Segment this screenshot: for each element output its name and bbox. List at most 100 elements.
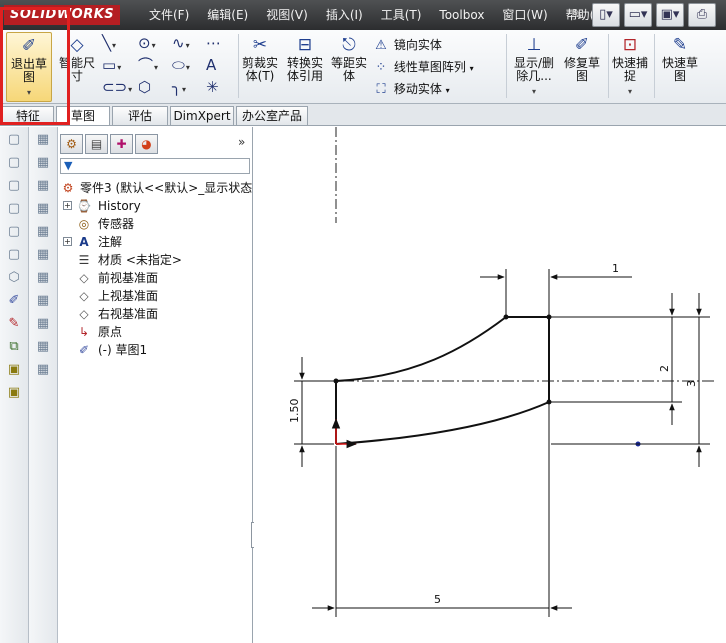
spline-tool[interactable]: ∿▾ (172, 32, 206, 54)
tab-office-products[interactable]: 办公室产品 (236, 106, 308, 125)
menu-window[interactable]: 窗口(W) (493, 0, 556, 30)
chevron-down-icon: ▾ (445, 86, 450, 95)
grid-tool[interactable]: ⋯ (206, 32, 240, 54)
tree-annotations[interactable]: + A 注解 (60, 233, 254, 251)
rapid-sketch-button[interactable]: ✎ 快速草图 (658, 32, 702, 102)
polygon-tool[interactable]: ⬡ (138, 76, 172, 98)
slot-tool[interactable]: ⊂⊃▾ (102, 76, 136, 98)
smart-dimension-button[interactable]: ◇ 智能尺寸 (54, 32, 100, 102)
display-delete-relations-button[interactable]: ⊥ 显示/删除几... ▾ (510, 32, 558, 102)
tab-features[interactable]: 特征 (2, 106, 54, 125)
expand-icon[interactable]: + (63, 237, 72, 246)
dimension-right-total[interactable]: 3 (685, 380, 698, 387)
sketch-point[interactable] (503, 314, 509, 320)
table-icon[interactable]: ▦ (32, 360, 54, 380)
trim-entities-button[interactable]: ✂ 剪裁实体(T) (240, 32, 280, 102)
tree-sensors[interactable]: ◎ 传感器 (60, 215, 254, 233)
tree-front-plane[interactable]: ◇ 前视基准面 (60, 269, 254, 287)
cube-bottom-icon[interactable]: ▢ (3, 245, 25, 265)
print-icon[interactable]: ⎙ (688, 3, 716, 27)
fillet-tool[interactable]: ╮▾ (172, 76, 206, 98)
upper-curve[interactable] (335, 316, 507, 382)
table-icon[interactable]: ▦ (32, 130, 54, 150)
cube-right-icon[interactable]: ▢ (3, 199, 25, 219)
sketch-add-icon[interactable]: ✎ (3, 314, 25, 334)
lower-curve[interactable] (335, 401, 550, 445)
exit-sketch-button[interactable]: ✐ 退出草图 ▾ (6, 32, 52, 102)
offset-icon: ⎋ (342, 35, 356, 55)
new-document-icon[interactable]: ▯▾ (592, 3, 620, 27)
tree-right-plane[interactable]: ◇ 右视基准面 (60, 305, 254, 323)
cube-iso-icon[interactable]: ⬡ (3, 268, 25, 288)
dimension-bottom-length[interactable]: 5 (434, 593, 441, 606)
cube-back-icon[interactable]: ▢ (3, 153, 25, 173)
sketch-point[interactable] (546, 399, 552, 405)
menu-view[interactable]: 视图(V) (257, 0, 317, 30)
table-icon[interactable]: ▦ (32, 314, 54, 334)
ellipse-tool[interactable]: ⬭▾ (172, 54, 206, 76)
quick-access-toolbar: ▯▾ ▭▾ ▣▾ ⎙ (592, 3, 716, 27)
tree-part[interactable]: ⚙ 零件3 (默认<<默认>_显示状态 (60, 179, 254, 197)
table-icon[interactable]: ▦ (32, 268, 54, 288)
tree-top-plane[interactable]: ◇ 上视基准面 (60, 287, 254, 305)
tree-origin[interactable]: ↳ 原点 (60, 323, 254, 341)
circle-tool[interactable]: ⊙▾ (138, 32, 172, 54)
point-tool[interactable]: ✳ (206, 76, 240, 98)
sketch-point[interactable] (546, 314, 552, 320)
linear-pattern-button[interactable]: ⁘ 线性草图阵列 ▾ (372, 56, 502, 78)
relations-icon[interactable]: ⧉ (3, 337, 25, 357)
table-icon[interactable]: ▦ (32, 337, 54, 357)
table-icon[interactable]: ▦ (32, 291, 54, 311)
expand-icon[interactable]: + (63, 201, 72, 210)
mirror-entities-button[interactable]: ⚠ 镜向实体 (372, 34, 502, 56)
cube-front-icon[interactable]: ▢ (3, 130, 25, 150)
tree-material[interactable]: ☰ 材质 <未指定> (60, 251, 254, 269)
text-icon: A (206, 56, 217, 74)
table-icon[interactable]: ▦ (32, 199, 54, 219)
table-icon[interactable]: ▦ (32, 176, 54, 196)
repair-sketch-button[interactable]: ✐ 修复草图 (560, 32, 604, 102)
quick-snaps-button[interactable]: ⊡ 快速捕捉 ▾ (610, 32, 650, 102)
offset-entities-button[interactable]: ⎋ 等距实体 (330, 32, 368, 102)
cube-left-icon[interactable]: ▢ (3, 176, 25, 196)
sketch-point[interactable] (333, 378, 339, 384)
tree-history[interactable]: + ⌚ History (60, 197, 254, 215)
rectangle-tool[interactable]: ▭▾ (102, 54, 136, 76)
chevron-down-icon: ▾ (128, 85, 133, 94)
tab-evaluate[interactable]: 评估 (112, 106, 168, 125)
tab-dimxpert[interactable]: DimXpert (170, 106, 234, 125)
open-folder-icon[interactable]: ▭▾ (624, 3, 652, 27)
tab-sketch[interactable]: 草图 (56, 106, 110, 125)
layer-stack-icon[interactable]: ▣ (3, 383, 25, 403)
convert-entities-button[interactable]: ⊟ 转换实体引用 (284, 32, 326, 102)
dimension-right-height[interactable]: 2 (658, 365, 671, 372)
layer-icon[interactable]: ▣ (3, 360, 25, 380)
graphics-area[interactable]: 1 2 3 1.50 5 (254, 127, 726, 643)
tree-filter[interactable]: ▼ (60, 158, 250, 174)
table-icon[interactable]: ▦ (32, 245, 54, 265)
property-manager-tab-icon[interactable]: ▤ (85, 134, 108, 154)
menu-insert[interactable]: 插入(I) (317, 0, 372, 30)
text-tool[interactable]: A (206, 54, 240, 76)
table-icon[interactable]: ▦ (32, 222, 54, 242)
menu-tools[interactable]: 工具(T) (372, 0, 431, 30)
sketch-icon[interactable]: ✐ (3, 291, 25, 311)
cube-top-icon[interactable]: ▢ (3, 222, 25, 242)
tree-sketch1[interactable]: ✐ (-) 草图1 (60, 341, 254, 359)
menu-toolbox[interactable]: Toolbox (430, 0, 493, 30)
display-manager-tab-icon[interactable]: ◕ (135, 134, 158, 154)
configuration-manager-tab-icon[interactable]: ✚ (110, 134, 133, 154)
menu-file[interactable]: 文件(F) (140, 0, 198, 30)
save-icon[interactable]: ▣▾ (656, 3, 684, 27)
pin-icon[interactable]: ✎ (568, 6, 586, 24)
trim-label: 剪裁实体(T) (241, 56, 278, 83)
more-tabs-icon[interactable]: » (238, 135, 245, 149)
dimension-top-width[interactable]: 1 (612, 262, 619, 275)
move-entities-button[interactable]: ⛶ 移动实体 ▾ (372, 78, 502, 100)
dimension-left-height[interactable]: 1.50 (288, 399, 301, 424)
feature-tree-tab-icon[interactable]: ⚙ (60, 134, 83, 154)
line-tool[interactable]: ╲▾ (102, 32, 136, 54)
menu-edit[interactable]: 编辑(E) (198, 0, 257, 30)
arc-tool[interactable]: ⌒▾ (138, 54, 172, 76)
table-icon[interactable]: ▦ (32, 153, 54, 173)
